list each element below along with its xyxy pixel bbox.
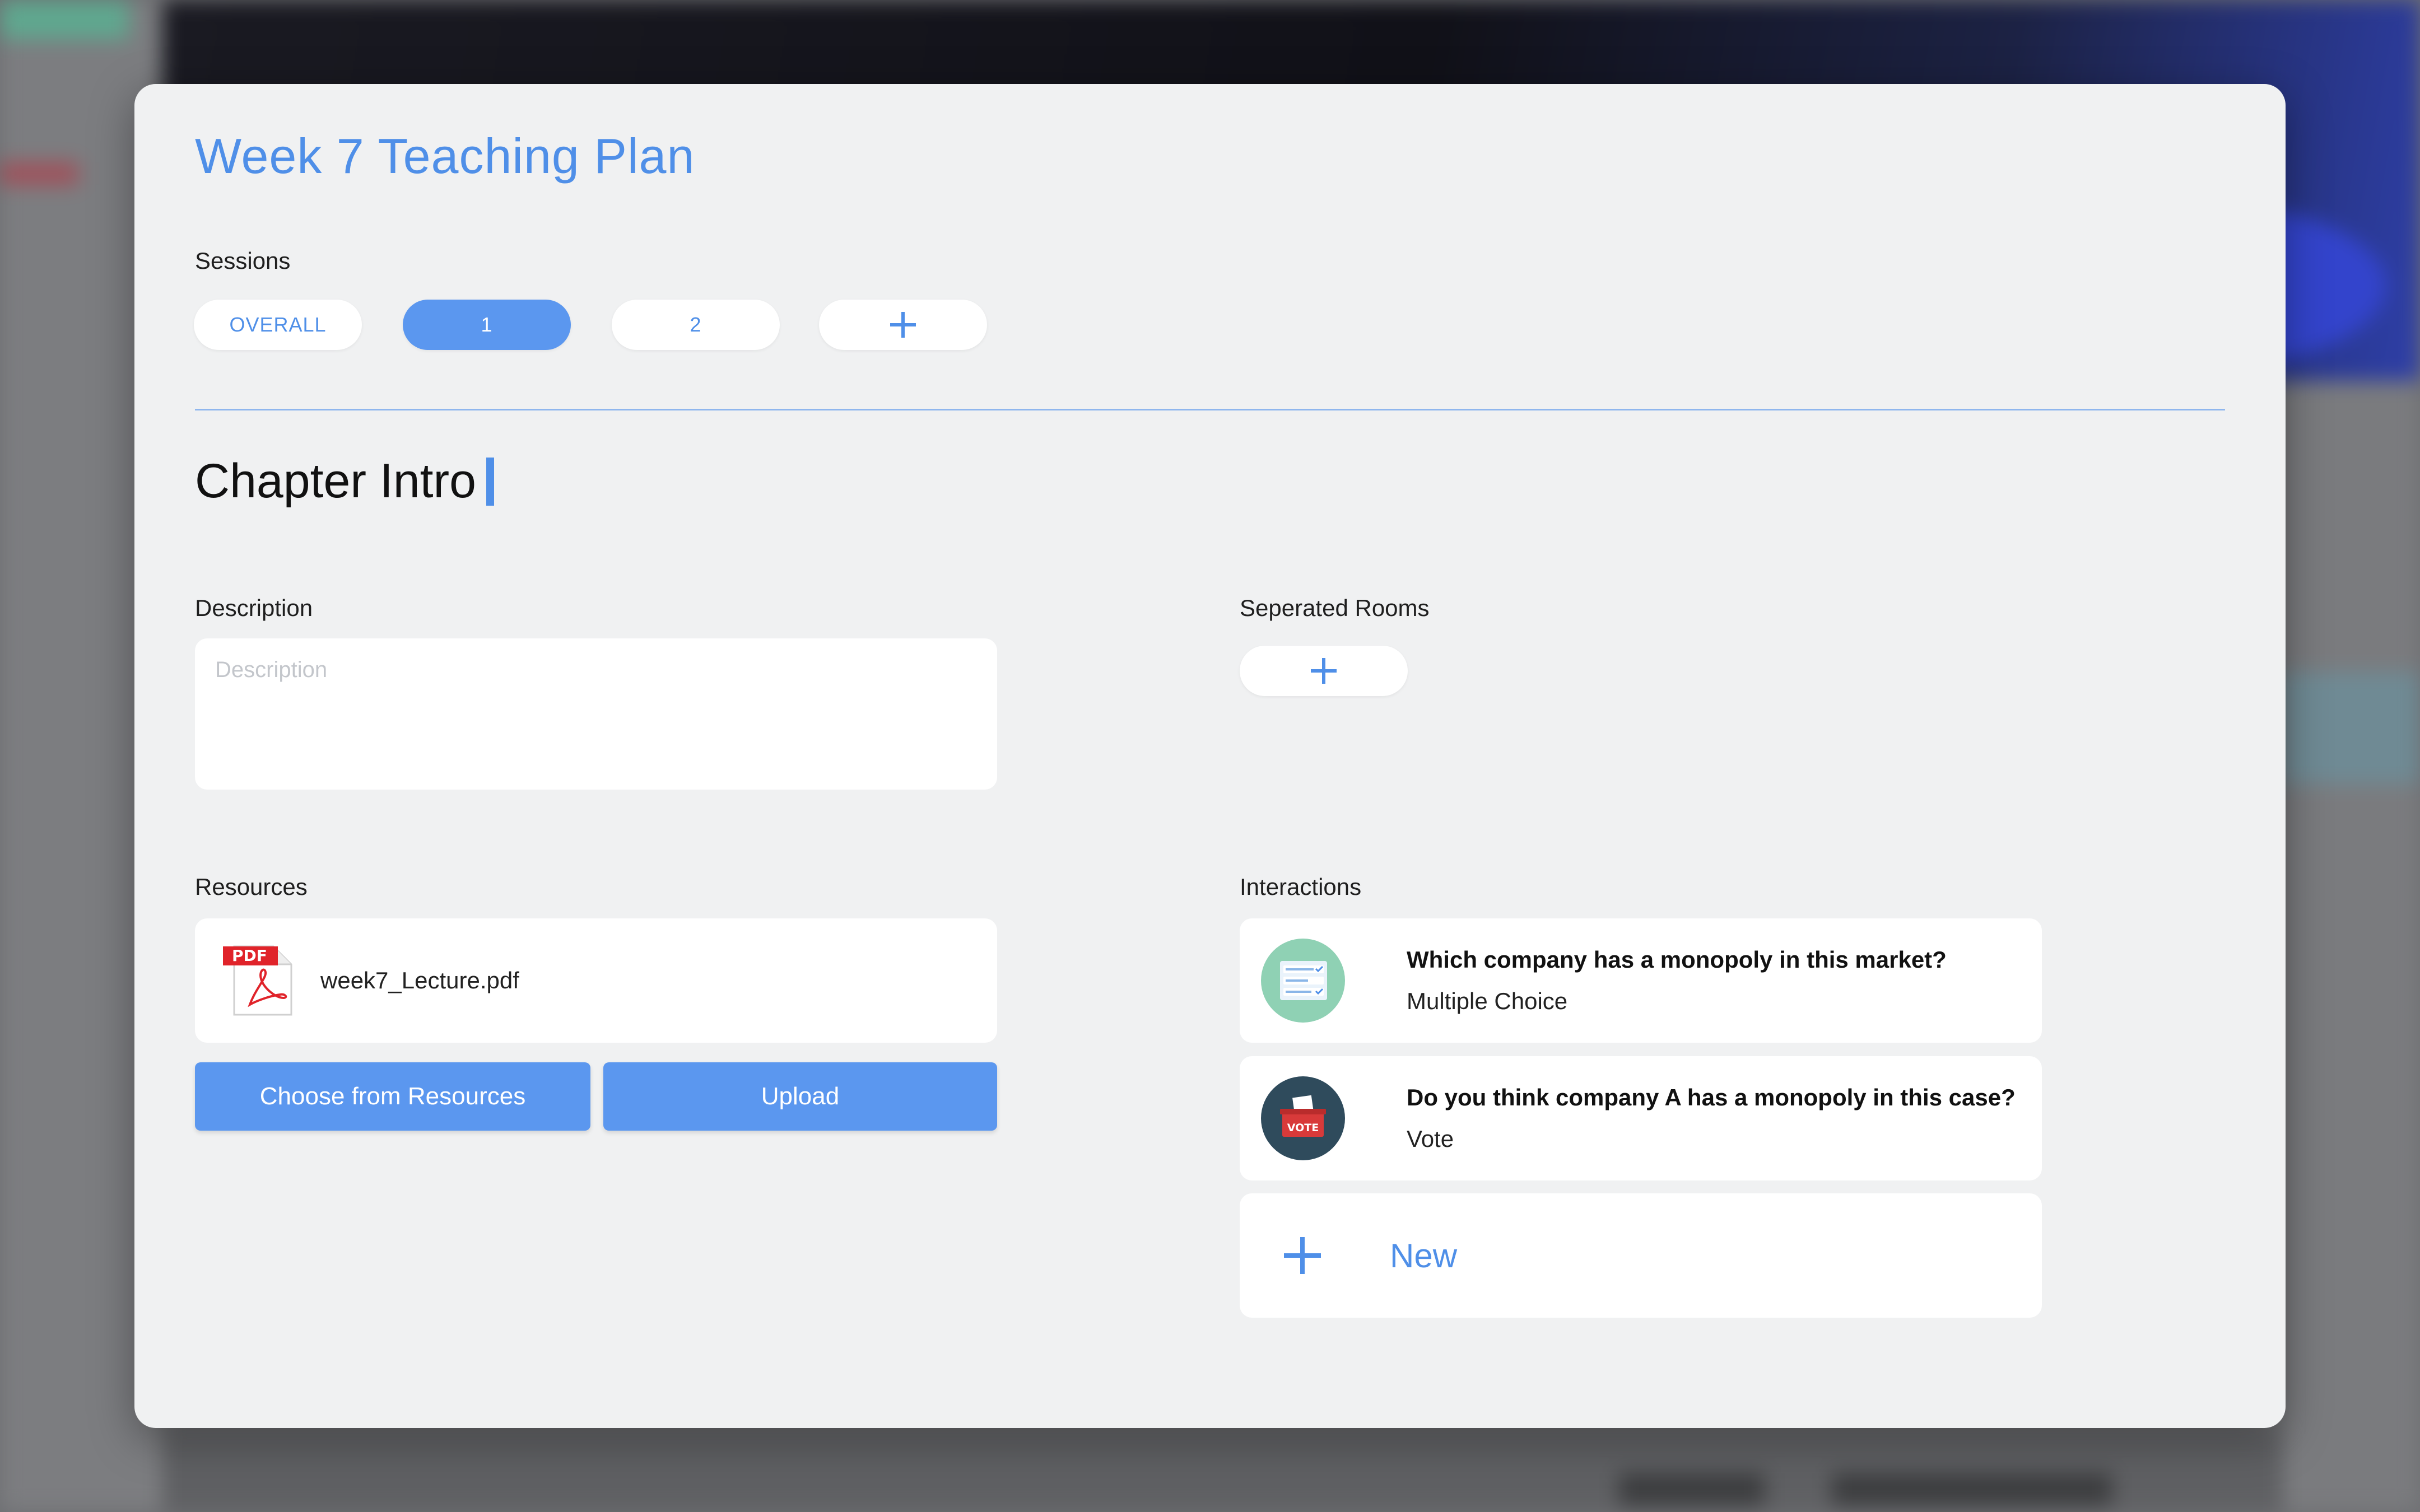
vote-box-icon: VOTE — [1261, 1076, 1345, 1160]
interaction-item-multiple-choice[interactable]: Which company has a monopoly in this mar… — [1240, 918, 2042, 1043]
choose-from-resources-button[interactable]: Choose from Resources — [195, 1062, 590, 1131]
upload-button[interactable]: Upload — [603, 1062, 997, 1131]
pdf-file-icon: PDF — [222, 944, 296, 1017]
interaction-type: Multiple Choice — [1407, 988, 1568, 1014]
background-right-panel — [2283, 381, 2420, 1512]
sessions-label: Sessions — [195, 248, 291, 274]
vote-icon-text: VOTE — [1287, 1122, 1319, 1134]
interaction-type: Vote — [1407, 1126, 1454, 1152]
multiple-choice-icon — [1261, 939, 1345, 1023]
session-tab-label: 2 — [690, 313, 702, 336]
plus-icon — [1311, 658, 1337, 684]
description-input[interactable] — [195, 638, 997, 790]
session-tab-overall[interactable]: OVERALL — [194, 300, 362, 350]
add-room-button[interactable] — [1240, 646, 1408, 696]
session-tab-label: 1 — [481, 313, 493, 336]
text-cursor — [486, 457, 494, 506]
plus-icon — [1284, 1237, 1321, 1274]
session-tab-1[interactable]: 1 — [403, 300, 571, 350]
interaction-question: Which company has a monopoly in this mar… — [1407, 946, 1947, 973]
resource-file-item[interactable]: PDF week7_Lecture.pdf — [195, 918, 997, 1043]
modal-title: Week 7 Teaching Plan — [195, 128, 695, 184]
session-tab-2[interactable]: 2 — [612, 300, 780, 350]
interaction-question: Do you think company A has a monopoly in… — [1407, 1084, 2016, 1110]
session-tab-label: OVERALL — [229, 313, 327, 336]
resource-file-name: week7_Lecture.pdf — [320, 967, 519, 993]
chapter-title-text: Chapter Intro — [195, 454, 476, 508]
chapter-title[interactable]: Chapter Intro — [195, 454, 494, 509]
add-session-button[interactable] — [819, 300, 987, 350]
section-divider — [195, 409, 2225, 410]
pdf-badge-text: PDF — [232, 946, 267, 965]
teaching-plan-modal: Week 7 Teaching Plan Sessions OVERALL 1 … — [134, 84, 2286, 1428]
plus-icon — [890, 312, 916, 338]
background-footer — [162, 1434, 2283, 1512]
description-label: Description — [195, 595, 313, 621]
new-interaction-label: New — [1390, 1236, 1458, 1275]
interaction-text: Which company has a monopoly in this mar… — [1407, 946, 1947, 1015]
interactions-label: Interactions — [1240, 874, 1362, 900]
resources-label: Resources — [195, 874, 308, 900]
interaction-item-vote[interactable]: VOTE Do you think company A has a monopo… — [1240, 1056, 2042, 1180]
interaction-text: Do you think company A has a monopoly in… — [1407, 1084, 2016, 1152]
separated-rooms-label: Seperated Rooms — [1240, 595, 1430, 621]
new-interaction-button[interactable]: New — [1240, 1193, 2042, 1318]
